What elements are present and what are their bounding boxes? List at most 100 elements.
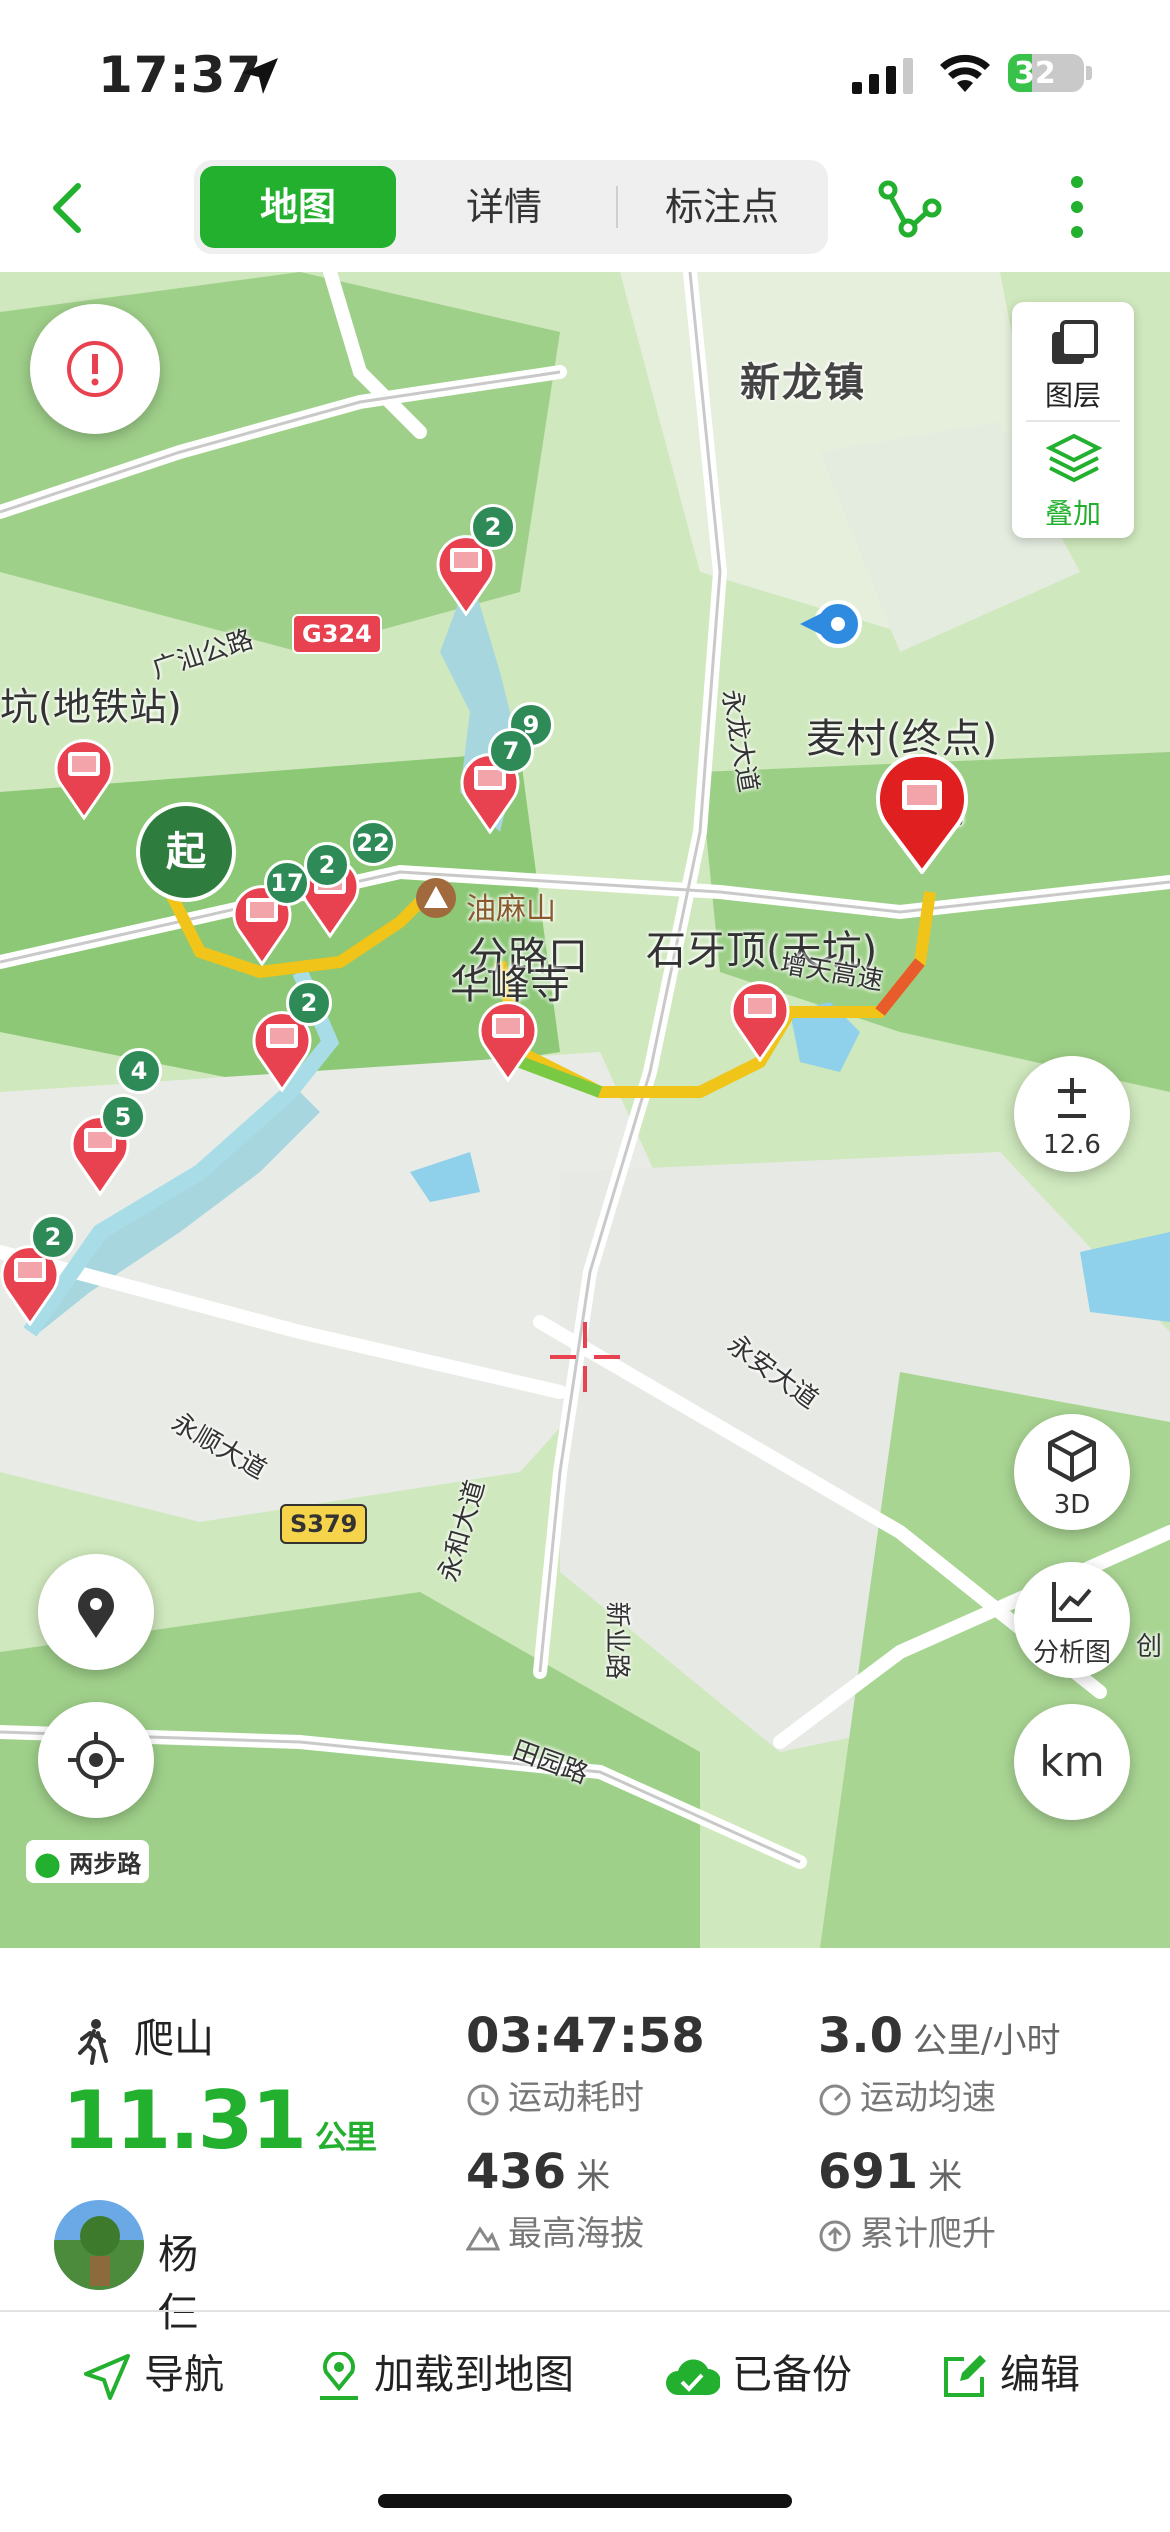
stat-duration: 03:47:58 运动耗时 xyxy=(466,2008,705,2119)
road-badge-g324: G324 xyxy=(292,614,382,654)
zoom-button[interactable]: 12.6 xyxy=(1014,1056,1130,1172)
distance-value: 11.31 xyxy=(62,2074,307,2167)
navigate-button[interactable]: 导航 xyxy=(82,2342,224,2402)
photo-count-badge: 2 xyxy=(286,980,332,1026)
peak-label: 油麻山 xyxy=(466,892,556,927)
home-indicator xyxy=(378,2494,792,2508)
duration-label: 运动耗时 xyxy=(508,2078,644,2118)
overlay-label[interactable]: 叠加 xyxy=(1012,492,1134,532)
total-distance: 11.31 公里 xyxy=(62,2074,377,2167)
layers-icon[interactable] xyxy=(1048,318,1100,370)
subway-station-label: 坑(地铁站) xyxy=(0,685,182,729)
distance-unit: 公里 xyxy=(315,2118,377,2156)
wifi-icon xyxy=(940,54,990,92)
backed-up-label: 已备份 xyxy=(732,2352,852,2398)
clock-icon xyxy=(467,2084,499,2115)
location-arrow-icon xyxy=(242,58,278,94)
navigate-label: 导航 xyxy=(144,2352,224,2398)
analysis-button[interactable]: 分析图 xyxy=(1014,1562,1130,1678)
load-to-map-button[interactable]: 加载到地图 xyxy=(316,2342,574,2402)
cellular-signal-icon xyxy=(852,58,913,94)
speedometer-icon xyxy=(819,2084,851,2115)
edit-label: 编辑 xyxy=(1000,2352,1080,2398)
map-canvas xyxy=(0,272,1170,1948)
chart-line-icon xyxy=(1052,1582,1092,1622)
layers-panel: 图层 叠加 xyxy=(1012,302,1134,538)
map-view[interactable]: 新龙镇 麦村(终点) 路况 石牙顶(天坑) 分路口 华峰寺 油麻山 坑(地铁站)… xyxy=(0,272,1170,1948)
backup-status-button[interactable]: 已备份 xyxy=(664,2342,852,2400)
route-share-icon[interactable] xyxy=(878,176,942,240)
road-badge-s379: S379 xyxy=(280,1504,368,1544)
status-time: 17:37 xyxy=(98,46,263,104)
tab-markers[interactable]: 标注点 xyxy=(624,166,820,248)
app-watermark: ⬤ 两步路 xyxy=(26,1840,150,1883)
more-menu-icon[interactable] xyxy=(1064,172,1090,242)
photo-count-badge: 22 xyxy=(350,820,396,866)
photo-count-badge: 7 xyxy=(488,728,534,774)
locate-button[interactable] xyxy=(38,1702,154,1818)
unit-toggle-button[interactable]: km xyxy=(1014,1704,1130,1820)
duration-value: 03:47:58 xyxy=(466,2008,705,2064)
back-arrow-icon[interactable] xyxy=(40,178,100,238)
edit-button[interactable]: 编辑 xyxy=(940,2342,1080,2401)
avg-speed-value: 3.0 xyxy=(818,2008,904,2064)
cloud-check-icon xyxy=(666,2359,721,2395)
avg-speed-unit: 公里/小时 xyxy=(913,2021,1061,2061)
ascent-unit: 米 xyxy=(928,2157,963,2197)
footprint-pin-icon xyxy=(78,1587,114,1638)
photo-count-badge: 2 xyxy=(30,1214,76,1260)
sport-type: 爬山 xyxy=(70,2006,214,2065)
arrow-up-circle-icon xyxy=(819,2220,851,2251)
top-nav: 地图 详情 标注点 xyxy=(0,150,1170,272)
town-label: 新龙镇 xyxy=(740,360,866,406)
map-pin-icon xyxy=(320,2350,358,2400)
view-segmented-control: 地图 详情 标注点 xyxy=(194,160,828,254)
photo-marker-pin[interactable] xyxy=(478,996,538,1082)
ascent-label: 累计爬升 xyxy=(860,2214,996,2254)
watermark-label: 两步路 xyxy=(69,1850,142,1878)
road-label-xinye: 新业路 xyxy=(601,1601,632,1680)
ascent-value: 691 xyxy=(818,2144,919,2200)
battery-indicator: 32 xyxy=(1008,54,1084,92)
navigation-arrow-icon xyxy=(84,2354,130,2400)
warning-icon xyxy=(67,341,123,397)
load-map-label: 加载到地图 xyxy=(374,2352,574,2398)
photo-count-badge: 4 xyxy=(116,1048,162,1094)
crosshair-icon xyxy=(68,1732,124,1788)
tab-map[interactable]: 地图 xyxy=(200,166,396,248)
footprint-button[interactable] xyxy=(38,1554,154,1670)
overlay-stack-icon[interactable] xyxy=(1046,432,1102,486)
photo-marker-pin[interactable] xyxy=(730,976,790,1062)
photo-count-badge: 5 xyxy=(100,1094,146,1140)
hiker-icon xyxy=(78,2019,108,2065)
avatar[interactable] xyxy=(54,2200,144,2290)
tab-details[interactable]: 详情 xyxy=(406,166,602,248)
max-alt-label: 最高海拔 xyxy=(508,2214,644,2254)
photo-count-badge: 2 xyxy=(304,842,350,888)
bottom-action-bar: 导航 加载到地图 已备份 编辑 xyxy=(0,2312,1170,2432)
avg-speed-label: 运动均速 xyxy=(860,2078,996,2118)
photo-count-badge: 2 xyxy=(470,504,516,550)
edit-icon xyxy=(944,2355,986,2397)
3d-view-button[interactable]: 3D xyxy=(1014,1414,1130,1530)
zoom-level: 12.6 xyxy=(1043,1130,1101,1160)
end-photo-marker[interactable] xyxy=(876,754,968,874)
alert-button[interactable] xyxy=(30,304,160,434)
start-marker[interactable]: 起 xyxy=(136,802,236,902)
zoom-plus-minus-icon xyxy=(1058,1078,1086,1118)
summary-panel: 爬山 11.31 公里 杨仨 03:47:58 运动耗时 3.0 公里/小时 运动均… xyxy=(0,1948,1170,2336)
photo-marker-pin[interactable] xyxy=(54,734,114,820)
stat-ascent: 691 米 累计爬升 xyxy=(818,2144,996,2255)
max-alt-value: 436 xyxy=(466,2144,567,2200)
status-bar: 17:37 32 xyxy=(0,0,1170,150)
layers-label[interactable]: 图层 xyxy=(1012,374,1134,414)
map-label-chuang: 创 xyxy=(1136,1632,1163,1662)
stat-max-altitude: 436 米 最高海拔 xyxy=(466,2144,644,2255)
3d-label: 3D xyxy=(1053,1490,1091,1520)
stat-avg-speed: 3.0 公里/小时 运动均速 xyxy=(818,2008,1061,2119)
battery-percent: 32 xyxy=(1014,56,1056,91)
max-alt-unit: 米 xyxy=(576,2157,611,2197)
analysis-label: 分析图 xyxy=(1032,1638,1111,1668)
sport-label: 爬山 xyxy=(134,2016,214,2062)
mountain-icon xyxy=(466,2225,500,2250)
